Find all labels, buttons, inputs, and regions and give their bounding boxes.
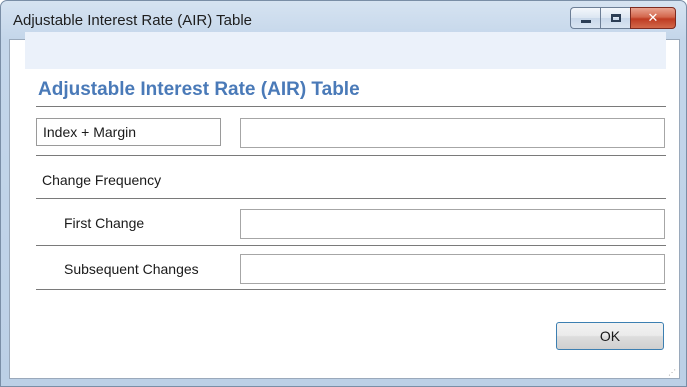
minimize-icon <box>580 19 591 23</box>
ok-button[interactable]: OK <box>556 322 664 350</box>
minimize-button[interactable] <box>570 7 600 29</box>
change-frequency-label: Change Frequency <box>42 172 162 188</box>
divider <box>36 106 666 107</box>
divider <box>36 289 666 290</box>
subsequent-changes-label: Subsequent Changes <box>64 261 199 277</box>
divider <box>36 198 666 199</box>
index-margin-label: Index + Margin <box>36 118 221 146</box>
subsequent-changes-input[interactable] <box>240 254 665 284</box>
close-button[interactable]: ✕ <box>630 7 676 29</box>
maximize-button[interactable] <box>600 7 630 29</box>
resize-grip-icon[interactable]: ⋰ <box>668 368 678 378</box>
first-change-input[interactable] <box>240 209 665 239</box>
form-header-band <box>25 32 666 69</box>
window-title: Adjustable Interest Rate (AIR) Table <box>13 12 253 29</box>
window-controls: ✕ <box>570 7 676 29</box>
maximize-icon <box>610 14 621 22</box>
divider <box>36 245 666 246</box>
divider <box>36 155 666 156</box>
close-icon: ✕ <box>647 10 659 26</box>
index-margin-input[interactable] <box>240 118 665 148</box>
first-change-label: First Change <box>64 215 145 231</box>
form-heading: Adjustable Interest Rate (AIR) Table <box>38 79 360 100</box>
